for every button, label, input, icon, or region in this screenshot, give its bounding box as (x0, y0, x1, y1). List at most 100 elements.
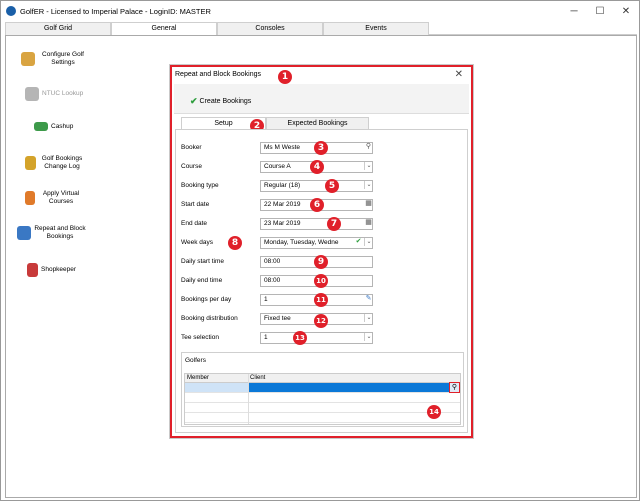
dialog-toolbar: ✔ Create Bookings (174, 84, 469, 114)
daily-start-label: Daily start time (181, 258, 224, 265)
main-tab-bar: Golf Grid General Consoles Events (5, 22, 637, 35)
sidebar-item-ntuc-lookup[interactable]: NTUC Lookup (25, 87, 83, 101)
callout-badge: 3 (314, 141, 328, 155)
callout-badge: 9 (314, 255, 328, 269)
calendar-icon[interactable]: ▦ (364, 200, 373, 208)
create-bookings-label: Create Bookings (199, 98, 252, 105)
cash-icon (34, 122, 48, 131)
end-date-field[interactable]: 23 Mar 2019 (260, 218, 373, 230)
daily-end-label: Daily end time (181, 277, 223, 284)
callout-badge: 8 (228, 236, 242, 250)
checkmark-icon: ✔ (355, 238, 362, 245)
callout-badge: 4 (310, 160, 324, 174)
sidebar-item-configure-golf[interactable]: Configure Golf Settings (21, 51, 88, 67)
week-days-row: Week days 8 Monday, Tuesday, Wedne ✔ ⌄ (176, 236, 466, 250)
sidebar-item-label: Golf Bookings Change Log (41, 155, 83, 170)
end-date-label: End date (181, 220, 208, 227)
search-icon[interactable]: ⚲ (364, 143, 373, 151)
close-button[interactable]: ✕ (613, 1, 639, 21)
start-date-label: Start date (181, 201, 210, 208)
callout-badge: 13 (293, 331, 307, 345)
sidebar-item-label: NTUC Lookup (42, 90, 84, 97)
distribution-row: Booking distribution Fixed tee ⌄ 12 (176, 313, 466, 328)
table-row[interactable] (185, 413, 460, 423)
sidebar-item-repeat-bookings[interactable]: Repeat and Block Bookings (17, 225, 86, 241)
chevron-down-icon[interactable]: ⌄ (364, 333, 373, 341)
start-date-row: Start date 22 Mar 2019 ▦ 6 (176, 198, 466, 212)
table-row[interactable]: ⚲ (185, 382, 460, 393)
daily-end-row: Daily end time 08:00 10 (176, 274, 466, 288)
booker-row: Booker Ms M Weste ⚲ 3 (176, 141, 466, 155)
sidebar-item-label: Configure Golf Settings (42, 51, 84, 66)
grid-header: Member Client (185, 374, 460, 383)
tee-selection-select[interactable]: 1 (260, 332, 373, 344)
table-row[interactable] (185, 393, 460, 403)
repeat-block-bookings-dialog: Repeat and Block Bookings 1 ✕ ✔ Create B… (170, 65, 473, 438)
title-bar: GolfER - Licensed to Imperial Palace - L… (1, 1, 639, 21)
change-log-icon (25, 156, 36, 170)
ntuc-lookup-icon (25, 87, 39, 101)
daily-start-row: Daily start time 08:00 9 (176, 255, 466, 269)
booking-type-label: Booking type (181, 182, 219, 189)
sidebar-item-change-log[interactable]: Golf Bookings Change Log (25, 155, 85, 171)
callout-badge: 7 (327, 217, 341, 231)
sidebar-item-cashup[interactable]: Cashup (34, 122, 73, 131)
golfers-grid: Member Client ⚲ (184, 373, 461, 425)
booking-type-row: Booking type Regular (18) ⌄ 5 (176, 179, 466, 193)
chevron-down-icon[interactable]: ⌄ (364, 162, 373, 170)
sidebar-item-virtual-courses[interactable]: Apply Virtual Courses (25, 190, 84, 206)
create-bookings-button[interactable]: ✔ Create Bookings (190, 96, 251, 107)
sidebar-item-label: Cashup (51, 122, 74, 130)
bookings-per-day-row: Bookings per day 1 ✎ 11 (176, 293, 466, 307)
window-title: GolfER - Licensed to Imperial Palace - L… (20, 6, 211, 16)
column-header-client[interactable]: Client (248, 374, 265, 383)
golfer-app-icon (6, 6, 16, 16)
sidebar-item-label: Repeat and Block Bookings (34, 225, 86, 240)
callout-badge: 11 (314, 293, 328, 307)
tab-golf-grid[interactable]: Golf Grid (5, 22, 111, 35)
tee-selection-row: Tee selection 1 ⌄ 13 (176, 331, 466, 345)
setup-form: Booker Ms M Weste ⚲ 3 Course Course A ⌄ … (175, 129, 468, 433)
dialog-close-button[interactable]: ✕ (455, 69, 463, 80)
booking-type-select[interactable]: Regular (18) (260, 180, 373, 192)
search-icon[interactable]: ⚲ (449, 382, 460, 393)
column-divider (248, 374, 249, 424)
callout-badge: 6 (310, 198, 324, 212)
window-controls: ─ ☐ ✕ (561, 1, 639, 21)
bookings-per-day-label: Bookings per day (181, 296, 232, 303)
tab-consoles[interactable]: Consoles (217, 22, 323, 35)
minimize-button[interactable]: ─ (561, 1, 587, 21)
shopkeeper-icon (27, 263, 38, 277)
virtual-course-icon (25, 191, 35, 205)
golfers-group: Golfers Member Client ⚲ (181, 352, 464, 427)
calendar-icon[interactable]: ▦ (364, 219, 373, 227)
sidebar-item-shopkeeper[interactable]: Shopkeeper (27, 263, 76, 277)
callout-badge: 1 (278, 70, 292, 84)
chevron-down-icon[interactable]: ⌄ (364, 314, 373, 322)
course-row: Course Course A ⌄ 4 (176, 160, 466, 174)
maximize-button[interactable]: ☐ (587, 1, 613, 21)
golf-settings-icon (21, 52, 35, 66)
week-days-label: Week days (181, 239, 214, 246)
chevron-down-icon[interactable]: ⌄ (364, 181, 373, 189)
sidebar-item-label: Shopkeeper (41, 266, 77, 273)
callout-badge: 10 (314, 274, 328, 288)
booker-label: Booker (181, 144, 202, 151)
callout-badge: 12 (314, 314, 328, 328)
end-date-row: End date 23 Mar 2019 ▦ 7 (176, 217, 466, 231)
chevron-down-icon[interactable]: ⌄ (364, 238, 373, 246)
edit-icon[interactable]: ✎ (364, 295, 373, 303)
dialog-title: Repeat and Block Bookings (175, 71, 261, 78)
checkmark-icon: ✔ (190, 96, 198, 106)
distribution-label: Booking distribution (181, 315, 238, 322)
golfers-title: Golfers (185, 357, 206, 364)
column-header-member[interactable]: Member (185, 374, 209, 383)
table-row[interactable] (185, 403, 460, 413)
callout-badge: 5 (325, 179, 339, 193)
repeat-bookings-icon (17, 226, 31, 240)
tee-selection-label: Tee selection (181, 334, 219, 341)
client-cell-selected[interactable] (249, 383, 450, 392)
tab-events[interactable]: Events (323, 22, 429, 35)
course-label: Course (181, 163, 202, 170)
tab-general[interactable]: General (111, 22, 217, 35)
